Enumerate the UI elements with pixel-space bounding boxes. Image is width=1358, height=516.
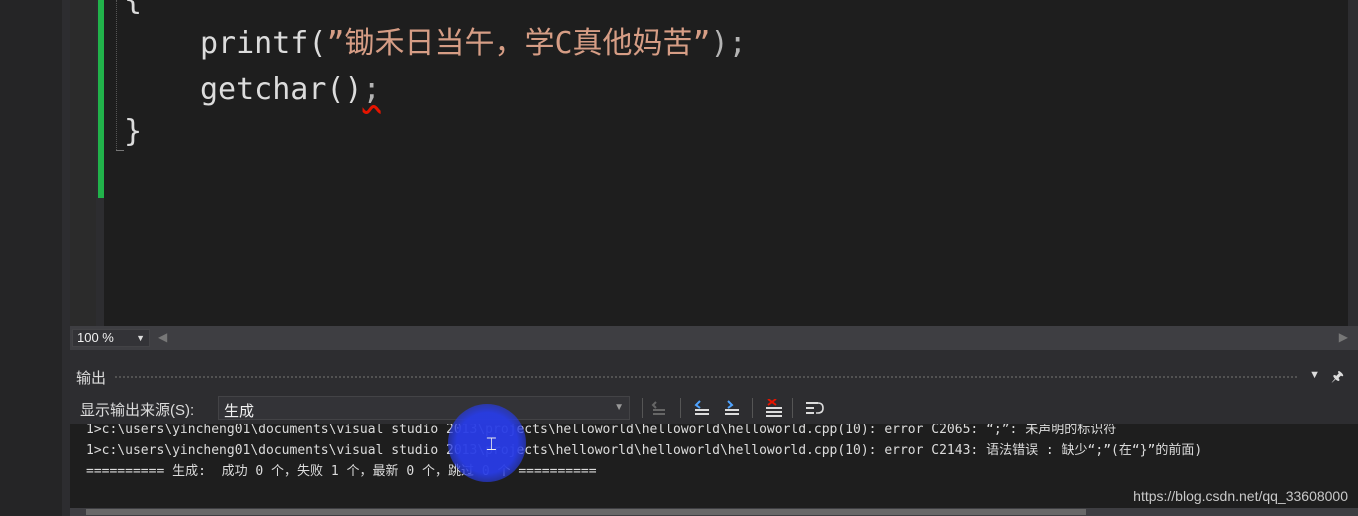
editor-right-edge bbox=[1348, 0, 1358, 326]
error-squiggle[interactable]: ; bbox=[363, 72, 381, 107]
output-panel-header: 输出 ▼ 🖈 bbox=[70, 362, 1358, 390]
code-line-open-brace[interactable]: { bbox=[124, 0, 142, 20]
go-to-next-icon[interactable] bbox=[722, 399, 742, 417]
code-line-close-brace[interactable]: } bbox=[124, 112, 142, 152]
string-literal: ”锄禾日当午，学C真他妈苦” bbox=[326, 26, 711, 61]
output-toolbar: 显示输出来源(S): 生成 ▼ bbox=[70, 390, 1358, 424]
go-to-previous-icon[interactable] bbox=[692, 399, 712, 417]
code-line-printf[interactable]: printf(”锄禾日当午，学C真他妈苦”); bbox=[200, 24, 747, 64]
statement-end: ); bbox=[710, 26, 747, 61]
zoom-dropdown[interactable]: 100 % ▼ bbox=[72, 329, 150, 347]
panel-drag-grip[interactable] bbox=[114, 375, 1298, 379]
code-editor[interactable]: { printf(”锄禾日当午，学C真他妈苦”); getchar(); } bbox=[104, 0, 1348, 326]
scroll-right-icon[interactable]: ▶ bbox=[1339, 330, 1348, 344]
editor-status-strip: 100 % ▼ ◀ ▶ bbox=[70, 326, 1358, 350]
output-line-error-c2143[interactable]: 1>c:\users\yincheng01\documents\visual s… bbox=[86, 441, 1202, 461]
toolbar-separator bbox=[680, 398, 681, 418]
output-source-select[interactable]: 生成 ▼ bbox=[218, 396, 630, 420]
toolbar-separator bbox=[642, 398, 643, 418]
window-position-menu-icon[interactable]: ▼ bbox=[1309, 369, 1320, 381]
scrollbar-thumb[interactable] bbox=[86, 509, 1086, 515]
watermark-url: https://blog.csdn.net/qq_33608000 bbox=[1133, 488, 1348, 504]
bracket-match-marker bbox=[116, 150, 124, 151]
horizontal-scrollbar[interactable] bbox=[174, 332, 1358, 344]
output-line-error-c2065[interactable]: 1>c:\users\yincheng01\documents\visual s… bbox=[86, 424, 1116, 440]
output-panel-title[interactable]: 输出 bbox=[76, 367, 106, 388]
toolbar-separator bbox=[752, 398, 753, 418]
output-line-build-summary[interactable]: ========== 生成: 成功 0 个，失败 1 个，最新 0 个，跳过 0… bbox=[86, 462, 597, 482]
indent-guide bbox=[116, 0, 117, 150]
zoom-value: 100 % bbox=[77, 330, 114, 345]
printf-call: printf( bbox=[200, 26, 327, 61]
output-horizontal-scrollbar[interactable] bbox=[70, 508, 1358, 516]
left-panel-border bbox=[62, 0, 70, 360]
output-source-value: 生成 bbox=[224, 403, 255, 420]
left-panel-strip bbox=[0, 0, 62, 516]
scroll-left-icon[interactable]: ◀ bbox=[158, 330, 167, 344]
pin-icon[interactable]: 🖈 bbox=[1331, 366, 1344, 390]
editor-gutter[interactable] bbox=[70, 0, 96, 326]
panel-splitter[interactable] bbox=[70, 350, 1358, 362]
clear-all-icon[interactable] bbox=[764, 399, 784, 417]
find-message-in-code-icon[interactable] bbox=[650, 399, 670, 417]
output-source-label: 显示输出来源(S): bbox=[80, 402, 195, 419]
dropdown-caret-icon: ▼ bbox=[614, 402, 624, 413]
toggle-word-wrap-icon[interactable] bbox=[804, 399, 824, 417]
dropdown-caret-icon: ▼ bbox=[136, 333, 145, 343]
ibeam-cursor-icon: ⌶ bbox=[486, 434, 497, 455]
code-line-getchar[interactable]: getchar(); bbox=[200, 70, 381, 110]
toolbar-separator bbox=[792, 398, 793, 418]
getchar-call: getchar() bbox=[200, 72, 363, 107]
